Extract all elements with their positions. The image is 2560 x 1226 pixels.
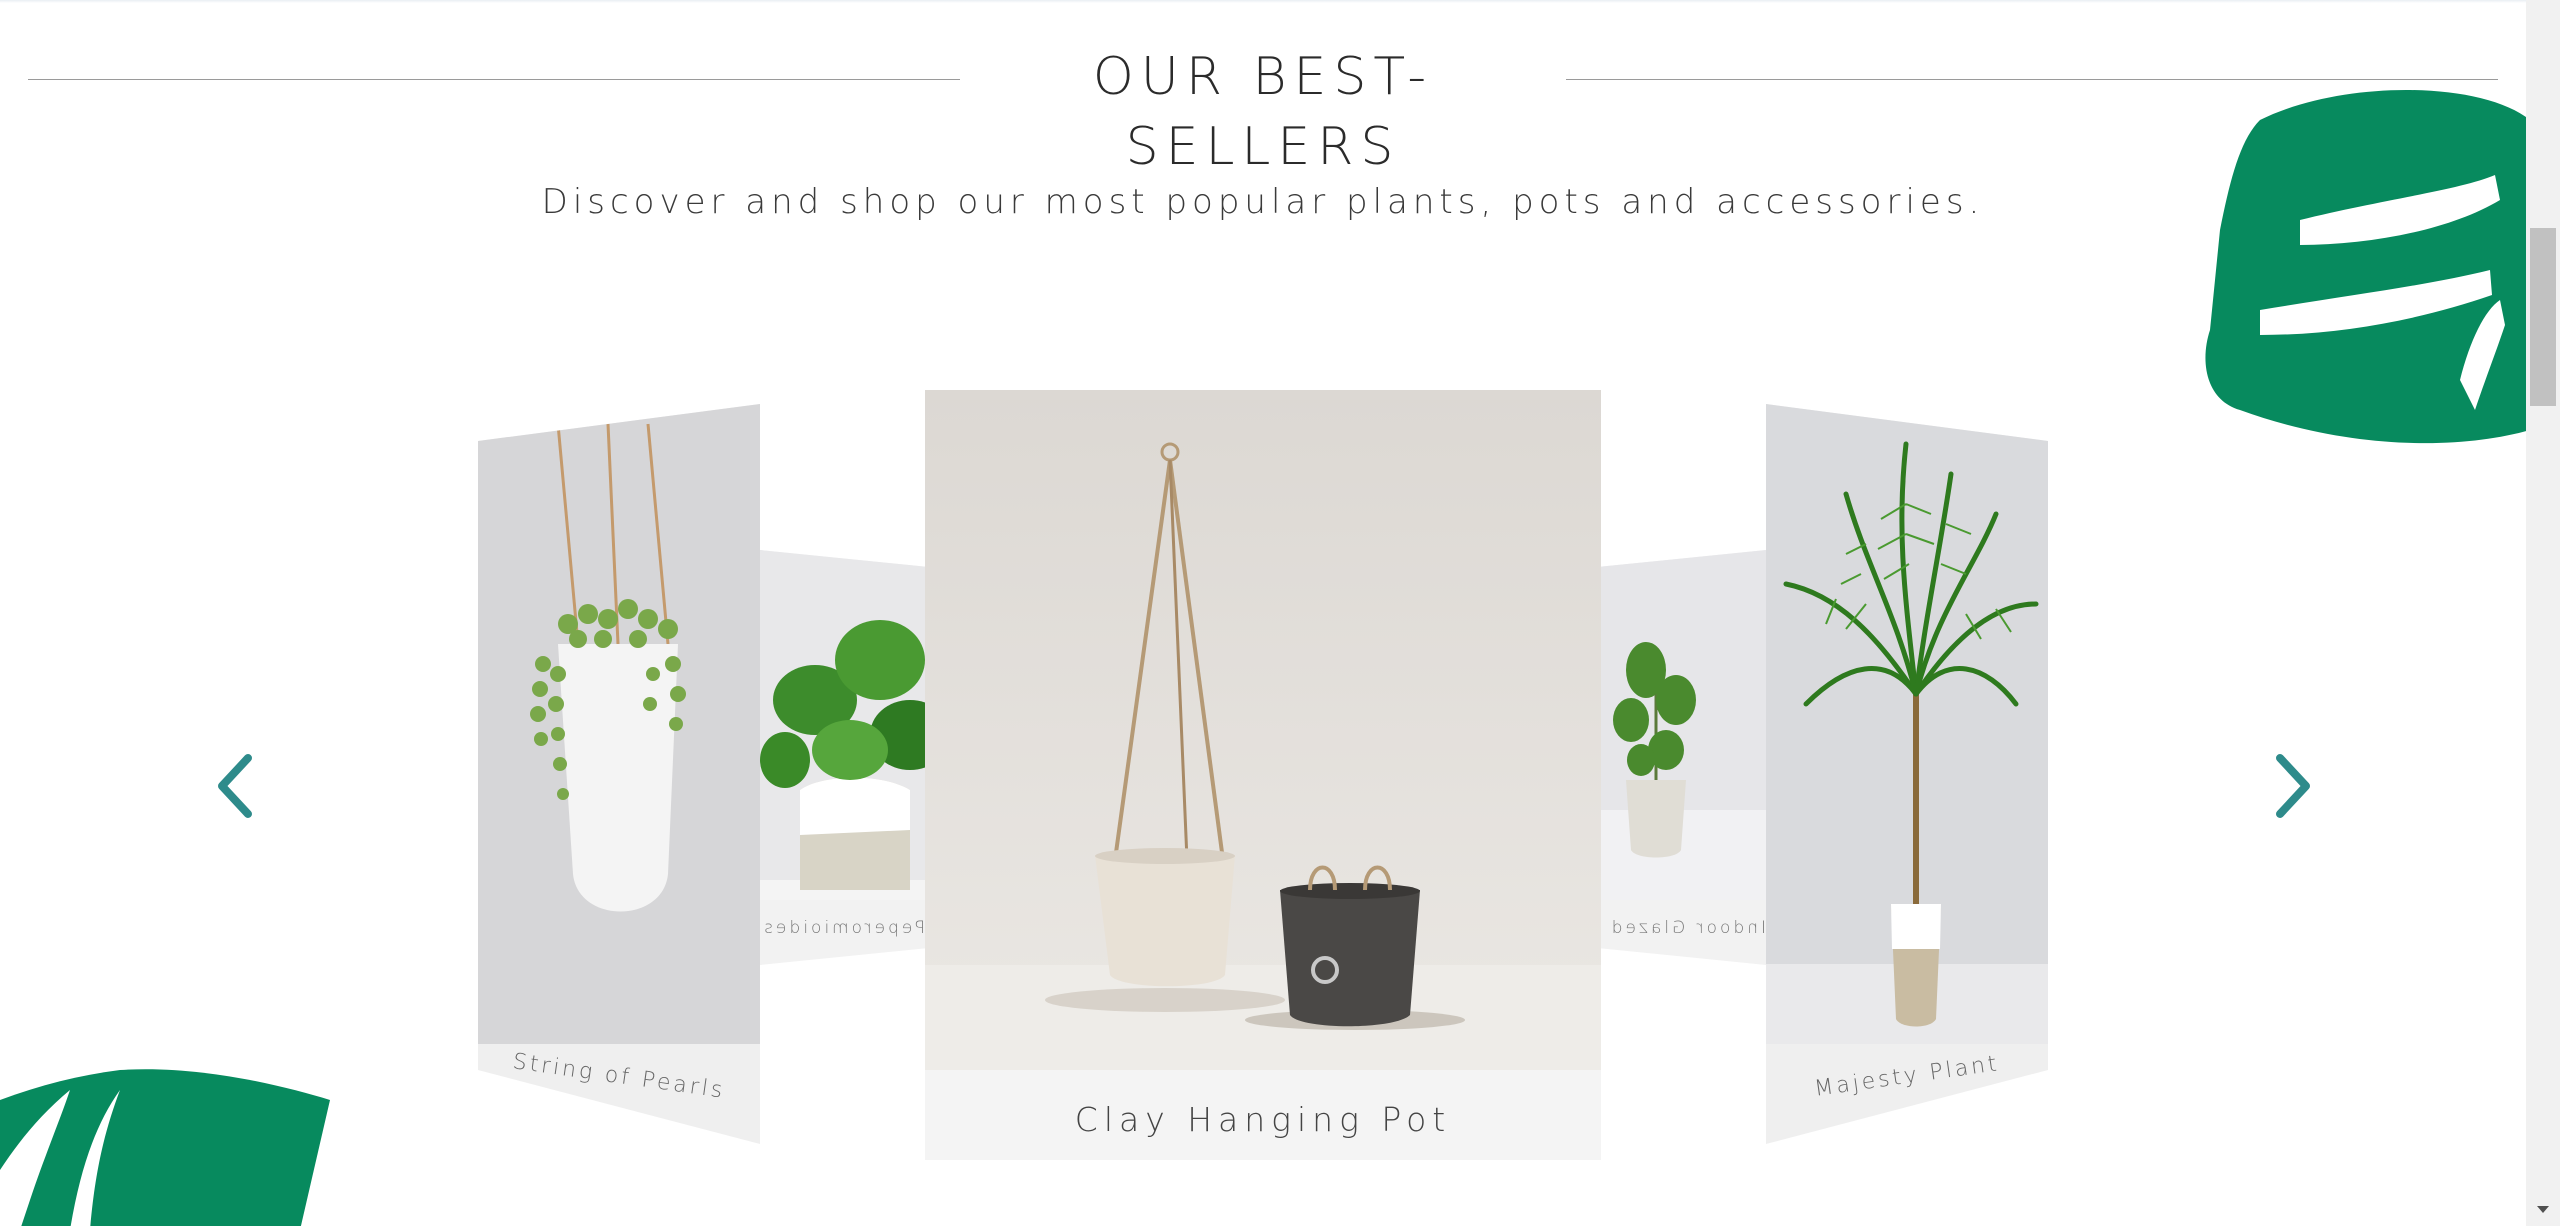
product-card-label: Clay Hanging Pot — [1074, 1100, 1452, 1139]
majesty-plant-image — [1766, 404, 2048, 1044]
indoor-glazed-pot-image — [1601, 550, 1766, 900]
carousel-prev-button[interactable] — [206, 746, 266, 826]
best-sellers-carousel: Peperomioides Plant — [0, 380, 2526, 1180]
top-divider — [0, 0, 2526, 3]
chevron-right-icon — [2276, 754, 2310, 818]
chevron-left-icon — [218, 754, 252, 818]
title-rule-left — [28, 79, 960, 80]
product-card-label: Majesty Plant — [1812, 1051, 2002, 1102]
product-card-label: Peperomioides Plant — [760, 918, 925, 938]
product-card-peperomioides[interactable]: Peperomioides Plant — [760, 550, 925, 965]
title-rule-right — [1566, 79, 2498, 80]
product-card-label: Indoor Glazed Pot — [1601, 918, 1766, 938]
section-title: OUR BEST-SELLERS — [1092, 47, 1434, 177]
string-of-pearls-image — [478, 404, 760, 1044]
product-card-indoor-glazed-pot[interactable]: Indoor Glazed Pot — [1601, 550, 1766, 965]
peperomioides-image — [760, 550, 925, 900]
product-card-majesty-plant[interactable]: Majesty Plant — [1766, 404, 2048, 1144]
product-card-clay-hanging-pot[interactable]: Clay Hanging Pot — [925, 390, 1601, 1160]
triangle-down-icon — [2537, 1206, 2549, 1213]
scrollbar-thumb[interactable] — [2530, 228, 2556, 406]
vertical-scrollbar[interactable] — [2526, 0, 2560, 1226]
clay-hanging-pot-image — [925, 390, 1601, 1070]
scroll-down-button[interactable] — [2526, 1194, 2560, 1226]
best-sellers-page: OUR BEST-SELLERS Discover and shop our m… — [0, 0, 2560, 1226]
product-card-string-of-pearls[interactable]: String of Pearls — [478, 404, 760, 1144]
carousel-next-button[interactable] — [2262, 746, 2322, 826]
section-subtitle: Discover and shop our most popular plant… — [541, 182, 1985, 222]
product-card-label: String of Pearls — [511, 1049, 727, 1104]
